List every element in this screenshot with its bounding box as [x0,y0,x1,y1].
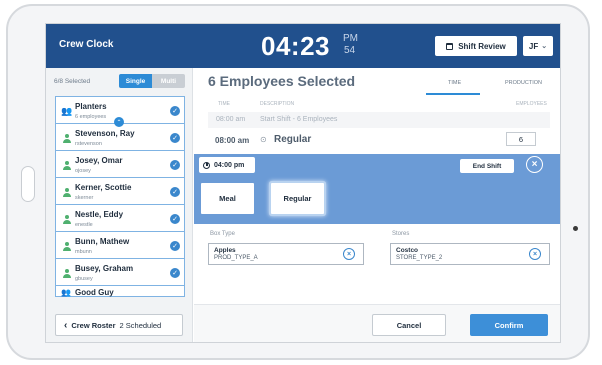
row-description: Regular [274,134,312,145]
box-type-value: Apples [214,247,236,254]
stores-value: Costco [396,247,419,254]
list-item[interactable]: Kerner, Scottie skerner ✓ [55,177,185,205]
item-sub: 6 employees [75,114,107,120]
check-icon: ✓ [170,160,180,170]
page-title: 6 Employees Selected [208,73,356,89]
clock-ampm: PM [343,33,358,44]
clock-icon: ⊙ [260,135,267,144]
crew-roster-button[interactable]: ‹ Crew Roster 2 Scheduled [55,314,183,336]
column-header-description: DESCRIPTION [260,101,295,107]
item-name: Busey, Graham [75,264,134,273]
item-sub: mbunn [75,249,92,255]
list-item[interactable]: Josey, Omar ojosey ✓ [55,150,185,178]
item-name: Nestle, Eddy [75,210,124,219]
meal-button[interactable]: Meal [201,183,254,214]
crew-list: 👥 Planters 6 employees ✓ ⌃ Stevenson, Ra… [55,96,185,300]
item-sub: ojosey [75,168,91,174]
list-item[interactable]: Busey, Graham gbusey ✓ [55,258,185,286]
person-icon [62,161,71,170]
clock-seconds: 54 [344,45,356,56]
chevron-down-icon: ⌄ [541,43,548,50]
selection-mode-toggle: Single Multi [119,74,185,88]
selected-count: 6/8 Selected [54,78,91,85]
confirm-button[interactable]: Confirm [470,314,548,336]
clock-icon [203,161,210,169]
crew-list-panel: 6/8 Selected Single Multi 👥 Planters 6 e… [46,68,193,342]
item-name: Bunn, Mathew [75,237,130,246]
list-item-group[interactable]: 👥 Planters 6 employees ✓ ⌃ [55,96,185,127]
calendar-icon [446,42,454,50]
check-icon: ✓ [170,268,180,278]
home-button [21,166,35,202]
tab-production[interactable]: PRODUCTION [505,80,542,86]
shift-review-button[interactable]: Shift Review [435,36,517,56]
cancel-button[interactable]: Cancel [372,314,446,336]
app-title: Crew Clock [59,39,114,50]
app-header: Crew Clock 04:23 PM 54 Shift Review JF ⌄ [46,24,560,68]
action-footer: Cancel Confirm [194,304,560,342]
user-initials: JF [528,41,539,51]
person-icon [62,215,71,224]
check-icon: ✓ [170,214,180,224]
box-type-field[interactable]: Apples PROD_TYPE_A × [208,243,364,265]
check-icon: ✓ [170,133,180,143]
user-menu-select[interactable]: JF ⌄ [523,36,553,56]
list-item[interactable]: Stevenson, Ray rstevenson ✓ [55,123,185,151]
item-sub: skerner [75,195,94,201]
close-icon[interactable]: × [526,156,543,173]
person-icon [62,269,71,278]
list-item-group[interactable]: 👥 Good Guy [55,285,185,297]
check-icon: ✓ [170,106,180,116]
table-row[interactable]: 08:00 am Start Shift - 6 Employees [208,112,550,128]
app-screen: Crew Clock 04:23 PM 54 Shift Review JF ⌄… [46,24,560,342]
shift-time-value: 04:00 pm [214,161,245,169]
tab-time[interactable]: TIME [448,80,461,86]
regular-button[interactable]: Regular [271,183,324,214]
clock-time: 04:23 [261,31,330,61]
item-name: Josey, Omar [75,156,123,165]
roster-label: Crew Roster [71,320,116,330]
item-sub: rstevenson [75,141,102,147]
stores-label: Stores [392,231,410,237]
check-icon: ✓ [170,241,180,251]
chevron-left-icon: ‹ [64,319,68,331]
box-type-code: PROD_TYPE_A [214,255,258,261]
row-time: 08:00 am [215,136,250,145]
clear-icon[interactable]: × [529,248,541,260]
item-sub: enestle [75,222,93,228]
item-name: Kerner, Scottie [75,183,132,192]
mode-single-button[interactable]: Single [119,74,152,88]
person-icon [62,134,71,143]
row-description: Start Shift - 6 Employees [260,116,338,123]
collapse-up-icon[interactable]: ⌃ [114,117,124,127]
column-header-time: TIME [218,101,230,107]
row-time: 08:00 am [216,116,246,123]
stores-code: STORE_TYPE_2 [396,255,443,261]
mode-multi-button[interactable]: Multi [152,74,185,88]
employees-count-field[interactable]: 6 [506,132,536,146]
camera-dot [573,226,578,231]
shift-time-picker[interactable]: 04:00 pm [199,157,255,173]
item-name: Stevenson, Ray [75,129,135,138]
list-item[interactable]: Bunn, Mathew mbunn ✓ [55,231,185,259]
group-icon: 👥 [61,288,71,297]
box-type-label: Box Type [210,231,235,237]
item-name: Good Guy [75,288,114,297]
list-item[interactable]: Nestle, Eddy enestle ✓ [55,204,185,232]
clear-icon[interactable]: × [343,248,355,260]
item-sub: gbusey [75,276,93,282]
main-panel: 6 Employees Selected TIME PRODUCTION TIM… [194,68,560,342]
column-header-employees: EMPLOYEES [516,101,547,107]
person-icon [62,242,71,251]
check-icon: ✓ [170,187,180,197]
end-shift-button[interactable]: End Shift [460,159,514,173]
item-name: Planters [75,102,107,111]
shift-review-label: Shift Review [458,41,506,51]
roster-scheduled: 2 Scheduled [119,320,162,330]
shift-edit-panel: 04:00 pm End Shift × Meal Regular [194,154,560,224]
stores-field[interactable]: Costco STORE_TYPE_2 × [390,243,550,265]
active-tab-indicator [426,93,480,95]
person-icon [62,188,71,197]
group-icon: 👥 [61,106,73,116]
